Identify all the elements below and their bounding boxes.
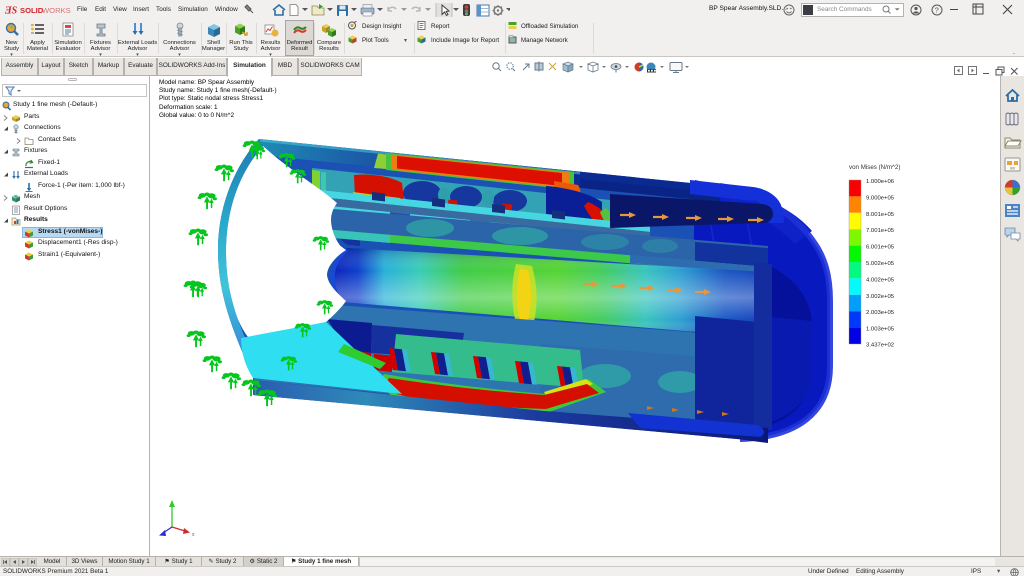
svg-text:WORKS: WORKS xyxy=(42,6,71,15)
svg-text:SOLID: SOLID xyxy=(20,6,44,15)
svg-text:6.001e+05: 6.001e+05 xyxy=(866,245,895,251)
svg-text:ƎS: ƎS xyxy=(5,6,18,17)
svg-text:?: ? xyxy=(935,6,939,15)
svg-text:5.002e+05: 5.002e+05 xyxy=(866,261,895,267)
svg-text:3.437e+02: 3.437e+02 xyxy=(866,343,894,349)
svg-text:4.002e+05: 4.002e+05 xyxy=(866,277,895,283)
svg-text:8.001e+05: 8.001e+05 xyxy=(866,212,895,218)
svg-text:7.001e+05: 7.001e+05 xyxy=(866,228,895,234)
svg-text:9.000e+05: 9.000e+05 xyxy=(866,195,895,201)
svg-text:2.003e+05: 2.003e+05 xyxy=(866,310,895,316)
svg-text:von Mises (N/m^2): von Mises (N/m^2) xyxy=(849,164,900,171)
svg-text:x: x xyxy=(192,532,195,538)
svg-text:1.000e+06: 1.000e+06 xyxy=(866,179,895,185)
svg-text:3.002e+05: 3.002e+05 xyxy=(866,294,895,300)
svg-text:1.003e+05: 1.003e+05 xyxy=(866,327,895,333)
